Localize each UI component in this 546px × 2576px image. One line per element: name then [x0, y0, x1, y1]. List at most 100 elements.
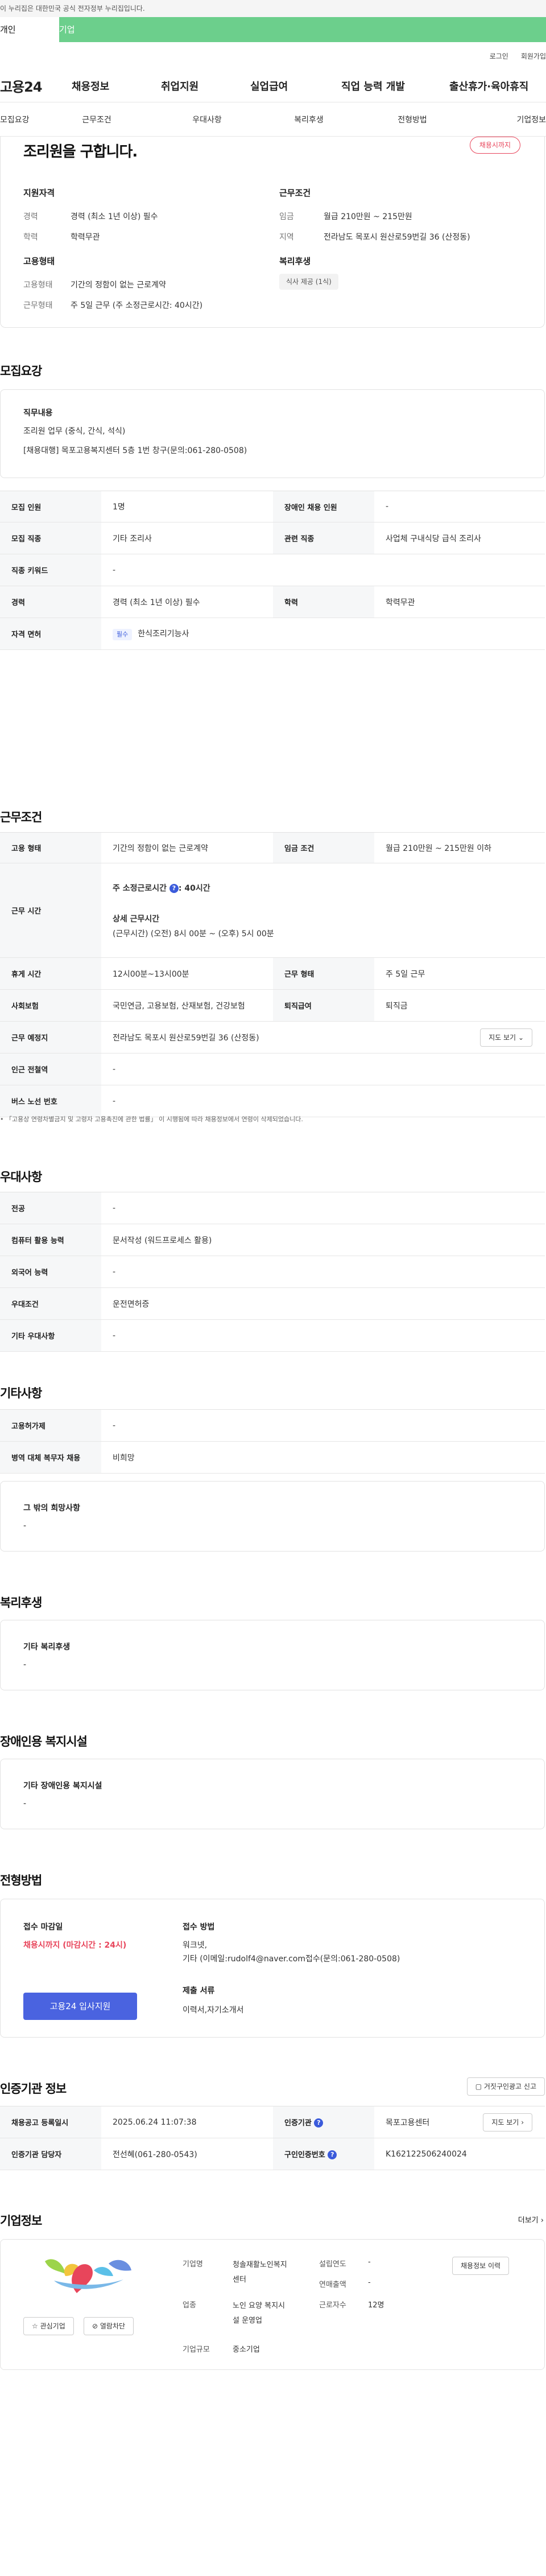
work-location-label: 근무 예정지 [0, 1021, 101, 1054]
etc-box: 그 밖의 희망사항 - [0, 1481, 545, 1552]
agency-map-label: 지도 보기 [491, 2118, 519, 2126]
welfare-chip: 식사 제공 (1식) [279, 274, 338, 290]
gnb-jobs[interactable]: 채용정보 [72, 79, 161, 93]
work-location-cell: 전라남도 목포시 원산로59번길 36 (산정동) 지도 보기 ⌄ [101, 1021, 545, 1054]
disabled-box-title: 기타 장애인용 복지시설 [23, 1781, 102, 1791]
agency-date-value: 2025.06.24 11:07:38 [101, 2106, 273, 2138]
work-hours-cell: 주 소정근로시간 ?: 40시간 상세 근무시간 (근무시간) (오전) 8시 … [101, 863, 545, 958]
welfare-box-value: - [23, 1660, 27, 1669]
weekly-hours: 주 소정근로시간 ?: 40시간 [113, 882, 545, 894]
revenue-label: 연매출액 [319, 2281, 346, 2289]
agency-map-button[interactable]: 지도 보기 › [483, 2113, 532, 2131]
summary-card: 조리원을 구합니다. 채용시까지 지원자격 경력 경력 (최소 1년 이상) 필수… [0, 137, 545, 328]
work-bus-label: 버스 노선 번호 [0, 1085, 101, 1117]
work-subway-label: 인근 전철역 [0, 1053, 101, 1085]
work-wage-value: 월급 210만원 ~ 215만원 이하 [374, 832, 545, 863]
subnav-company[interactable]: 기업정보 [465, 114, 546, 125]
industry-line-2: 설 운영업 [233, 2316, 262, 2325]
agency-center-label: 인증기관 [284, 2118, 312, 2128]
agency-center-value: 목포고용센터 [386, 2118, 430, 2128]
work-bus-value: - [101, 1085, 545, 1117]
chevron-right-icon: › [540, 2216, 544, 2225]
table-row: 경력 경력 (최소 1년 이상) 필수 학력 학력무관 [0, 586, 545, 618]
site-logo[interactable]: 고용24 [0, 76, 72, 96]
gnb-unemployment-benefit[interactable]: 실업급여 [250, 79, 341, 93]
info-icon[interactable]: ? [328, 2150, 337, 2160]
etc-table: 고용허가제 - 병역 대체 복무자 채용 비희망 [0, 1409, 545, 1474]
subnav-pref[interactable]: 우대사항 [156, 114, 258, 125]
info-icon[interactable]: ? [169, 883, 179, 893]
map-button-label: 지도 보기 [489, 1034, 516, 1042]
pref-condition-label: 우대조건 [0, 1287, 101, 1320]
pref-condition-value: 운전면허증 [101, 1287, 545, 1320]
map-button[interactable]: 지도 보기 ⌄ [480, 1028, 532, 1047]
more-link[interactable]: 더보기 › [518, 2214, 544, 2225]
subnav-work[interactable]: 근무조건 [37, 114, 156, 125]
cond-title: 근무조건 [279, 188, 311, 198]
weekly-hours-label: 주 소정근로시간 [113, 883, 167, 893]
qual-edu-label: 학력 [23, 233, 38, 242]
subnav-apply[interactable]: 전형방법 [360, 114, 465, 125]
work-title: 근무조건 [0, 810, 42, 824]
revenue-value: - [368, 2278, 371, 2287]
work-emp-value: 기간의 정함이 없는 근로계약 [101, 832, 273, 863]
login-link[interactable]: 로그인 [490, 51, 508, 61]
founded-value: - [368, 2258, 371, 2266]
document-icon: ▢ [475, 2083, 482, 2091]
tab-business[interactable]: 기업 [59, 17, 546, 42]
content: 조리원을 구합니다. 채용시까지 지원자격 경력 경력 (최소 1년 이상) 필수… [0, 137, 546, 2576]
work-hours-label: 근무 시간 [0, 863, 101, 958]
industry-label: 업종 [183, 2301, 196, 2310]
table-row: 근무 예정지 전라남도 목포시 원산로59번길 36 (산정동) 지도 보기 ⌄ [0, 1021, 545, 1054]
pref-other-label: 기타 우대사항 [0, 1319, 101, 1352]
subnav-welfare[interactable]: 복리후생 [258, 114, 360, 125]
industry-line-1: 노인 요양 복지시 [233, 2302, 285, 2310]
agency-manager-label: 인증기관 담당자 [0, 2138, 101, 2170]
company-size-value: 중소기업 [233, 2345, 260, 2354]
info-icon[interactable]: ? [314, 2118, 324, 2128]
emp-type-value: 기간의 정함이 없는 근로계약 [71, 281, 166, 290]
agency-number-value: K162122506240024 [374, 2138, 545, 2170]
job-title: 조리원을 구합니다. [23, 143, 138, 161]
industry-value: 노인 요양 복지시설 운영업 [233, 2299, 285, 2328]
employees-value: 12명 [368, 2301, 384, 2310]
favorite-company-button[interactable]: ☆ 관심기업 [23, 2317, 74, 2335]
subnav-recruit[interactable]: 모집요강 [0, 114, 37, 125]
gnb-employment-support[interactable]: 취업지원 [161, 79, 250, 93]
report-button[interactable]: ▢ 거짓구인광고 신고 [466, 2077, 545, 2096]
table-row: 휴게 시간 12시00분~13시00분 근무 형태 주 5일 근무 [0, 957, 545, 990]
cond-wage-label: 임금 [279, 212, 294, 221]
emp-group: 고용형태 고용형태 기간의 정함이 없는 근로계약 근무형태 주 5일 근무 (주 … [23, 255, 251, 320]
apply-button[interactable]: 고용24 입사지원 [23, 1993, 137, 2020]
company-name-value: 청솔재활노인복지 센터 [233, 2258, 287, 2287]
work-break-label: 휴게 시간 [0, 957, 101, 990]
block-view-button[interactable]: ⊘ 열람차단 [84, 2317, 134, 2335]
job-history-button[interactable]: 채용정보 이력 [452, 2257, 510, 2275]
pref-language-value: - [101, 1256, 545, 1288]
agency-number-label: 구인인증번호 [284, 2150, 325, 2159]
utility-links: 로그인 회원가입 [0, 42, 546, 69]
report-button-label: 거짓구인광고 신고 [483, 2083, 536, 2091]
etc-military-value: 비희망 [101, 1441, 545, 1474]
gov-notice-bar: 이 누리집은 대한민국 공식 전자정부 누리집입니다. [0, 0, 546, 17]
agency-date-label: 채용공고 등록일시 [0, 2106, 101, 2138]
block-label: 열람차단 [100, 2322, 126, 2330]
join-link[interactable]: 회원가입 [521, 51, 546, 61]
cond-wage-value: 월급 210만원 ~ 215만원 [324, 212, 412, 221]
company-logo-image [45, 2259, 131, 2293]
disabled-box: 기타 장애인용 복지시설 - [0, 1759, 545, 1829]
recruit-keyword-label: 직종 키워드 [0, 554, 101, 586]
emp-form-label: 근무형태 [23, 301, 53, 310]
qual-title: 지원자격 [23, 188, 55, 198]
duty-line-2: [채용대행] 목포고용복지센터 5층 1번 창구(문의:061-280-0508… [23, 446, 247, 455]
tab-person[interactable]: 개인 [0, 17, 59, 42]
apply-box: 접수 마감일 채용시까지 (마감시간 : 24시) 고용24 입사지원 접수 방… [0, 1899, 545, 2038]
work-break-value: 12시00분~13시00분 [101, 957, 273, 990]
welfare-title: 복리후생 [279, 256, 311, 266]
gnb-vocational-training[interactable]: 직업 능력 개발 [341, 79, 449, 93]
disabled-title: 장애인용 복지시설 [0, 1735, 88, 1748]
recruit-edu-value: 학력무관 [374, 586, 545, 618]
company-name-label: 기업명 [183, 2260, 203, 2269]
gnb-parental-leave[interactable]: 출산휴가·육아휴직 [449, 79, 528, 93]
work-retire-label: 퇴직급여 [273, 989, 374, 1022]
